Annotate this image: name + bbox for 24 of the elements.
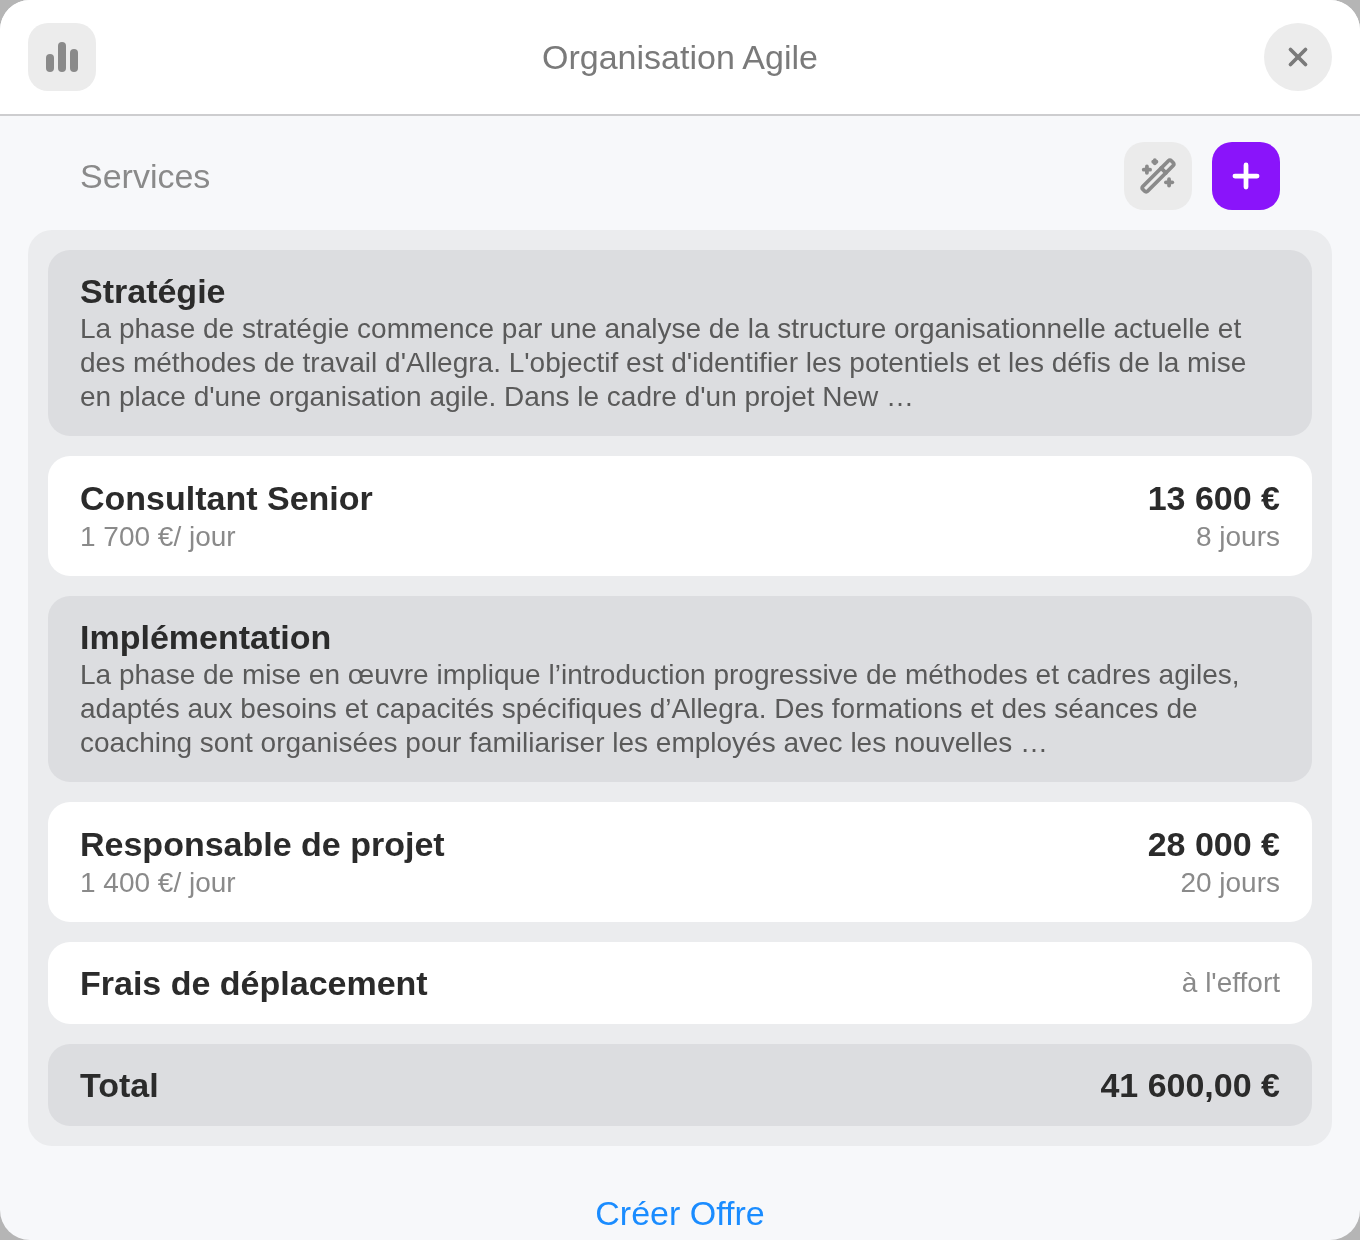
phase-title: Stratégie [80,271,227,312]
magic-wand-button[interactable] [1124,142,1192,210]
rate-text: 1 700 €/ jour [80,520,237,554]
section-title: Services [80,156,211,197]
create-offer-button[interactable]: Créer Offre [595,1192,765,1234]
role-title: Responsable de projet [80,824,445,865]
amount-text: 28 000 € [1147,824,1280,865]
amount-text: 13 600 € [1147,478,1280,519]
phase-description: La phase de stratégie commence par une analyse de la structure organisationnelle actuelle et des méthodes de travail d'Allegra. L'objectif est d'identifier les potentiels et les défis de la mise en place d'une organisation agile. Dans le cadre d'un projet New … [80,312,1248,414]
total-amount: 41 600,00 € [1100,1065,1280,1106]
duration-text: 8 jours [1195,520,1280,554]
phase-description: La phase de mise en œuvre implique l’introduction progressive de méthodes et cadres agiles, adaptés aux besoins et capacités spécifiques d’Allegra. Des formations et des séances de coaching sont organisées pour familiariser les employés avec les nouvelles … [80,658,1241,760]
bar-chart-icon [46,42,78,72]
magic-wand-icon [1139,157,1177,195]
total-label: Total [80,1065,159,1106]
role-title: Consultant Senior [80,478,373,519]
chart-button[interactable] [28,23,96,91]
expense-title: Frais de déplacement [80,963,428,1004]
phase-title: Implémentation [80,617,333,658]
expense-note: à l'effort [1181,966,1280,1000]
duration-text: 20 jours [1180,866,1280,900]
rate-text: 1 400 €/ jour [80,866,237,900]
add-button[interactable] [1212,142,1280,210]
window-title: Organisation Agile [542,37,818,78]
